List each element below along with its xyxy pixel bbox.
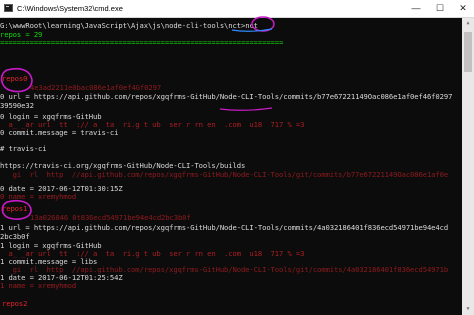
- repos0-commit-message: 0 commit.message = travis-ci: [0, 128, 119, 137]
- close-button[interactable]: ✕: [452, 0, 474, 17]
- command-text: nct: [245, 21, 258, 30]
- title-bar[interactable]: C:\Windows\System32\cmd.exe — ☐ ✕: [0, 0, 474, 18]
- console-output[interactable]: G:\wwwRoot\learning\JavaScript\Ajax\js\n…: [0, 18, 462, 315]
- repos0-hash-title: # travis-ci: [0, 144, 47, 153]
- scroll-up-arrow-icon[interactable]: ▲: [462, 18, 474, 29]
- repos0-red-overlay: 4e3ad2211e0bac086e1af0ef4Gf0297: [30, 83, 162, 92]
- separator-line: ========================================…: [0, 38, 284, 47]
- vertical-scrollbar[interactable]: ▲ ▼: [462, 18, 474, 315]
- maximize-button[interactable]: ☐: [428, 0, 452, 17]
- scroll-thumb[interactable]: [464, 32, 472, 72]
- repos0-url: 0 url = https://api.github.com/repos/xgq…: [0, 92, 453, 101]
- repos0-name-overlay: 0 name = xremyhmod: [0, 192, 77, 201]
- repos0-label: repos0: [2, 74, 28, 83]
- scroll-down-arrow-icon[interactable]: ▼: [462, 304, 474, 315]
- repos2-label: repos2: [2, 299, 28, 308]
- repos1-red-overlay: 13a026046 0t836ecd54971be94e4cd2bc3b0f: [30, 213, 191, 222]
- repos0-git-commit-overlay: gi rl http //api.github.com/repos/xgqfrm…: [0, 170, 449, 179]
- repos1-url: 1 url = https://api.github.com/repos/xgq…: [0, 223, 449, 232]
- repos1-label: repos1: [2, 204, 28, 213]
- prompt-path: G:\wwwRoot\learning\JavaScript\Ajax\js\n…: [0, 21, 246, 30]
- repos1-name-overlay: 1 name = xremyhmod: [0, 281, 77, 290]
- cmd-icon: [4, 4, 13, 12]
- prompt-line: G:\wwwRoot\learning\JavaScript\Ajax\js\n…: [0, 21, 258, 30]
- repos1-hash-tail: 2bc3b0f: [0, 232, 30, 241]
- minimize-button[interactable]: —: [404, 0, 428, 17]
- window-title: C:\Windows\System32\cmd.exe: [17, 4, 123, 13]
- repos0-hash-tail: 39590e32: [0, 101, 34, 110]
- repos0-build-url: https://travis-ci.org/xgqfrms-GitHub/Nod…: [0, 161, 246, 170]
